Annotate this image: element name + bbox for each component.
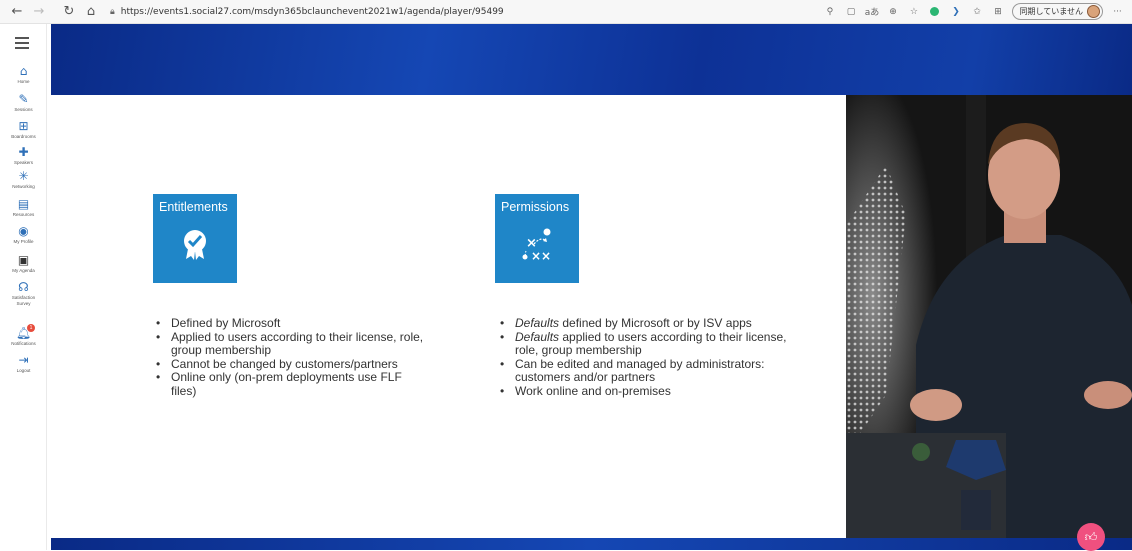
forward-arrow-icon[interactable]: → <box>28 1 50 23</box>
nav-item-logout[interactable]: ⇥ Logout <box>0 354 47 374</box>
entitlements-bullets: Defined by Microsoft Applied to users ac… <box>153 316 453 399</box>
list-item: Applied to users according to their lice… <box>153 330 453 358</box>
nav-item-satisfaction-survey[interactable]: ☊ Satisfaction Survey <box>0 281 47 307</box>
read-aloud-icon[interactable]: aあ <box>861 2 882 22</box>
home-icon[interactable]: ⌂ <box>80 1 102 23</box>
address-bar[interactable]: 🔒︎ https://events1.social27.com/msdyn365… <box>110 2 800 22</box>
nav-label: Home <box>17 79 30 84</box>
list-item: Defaults defined by Microsoft or by ISV … <box>497 316 817 331</box>
avatar <box>1087 5 1100 18</box>
nav-label: Resources <box>12 212 35 217</box>
video-player[interactable]: Entitlements Defined by Microsoft Applie… <box>51 24 1132 550</box>
nav-label: Sessions <box>14 107 33 112</box>
nav-item-my-profile[interactable]: ◉ My Profile <box>0 225 47 245</box>
nav-item-home[interactable]: ⌂ Home <box>0 65 47 85</box>
nav-item-my-agenda[interactable]: ▣ My Agenda <box>0 254 47 274</box>
nav-label: Notifications <box>11 341 36 346</box>
nav-label: Logout <box>16 368 31 373</box>
boardroom-icon: ⊞ <box>18 119 29 133</box>
nav-label: My Agenda <box>12 268 35 273</box>
home-icon: ⌂ <box>19 64 28 78</box>
list-item: Online only (on-prem deployments use FLF… <box>153 371 423 398</box>
slide-header-band <box>51 24 1132 95</box>
nav-item-boardrooms[interactable]: ⊞ Boardrooms <box>0 120 47 140</box>
slide-footer-band <box>51 538 1132 550</box>
extension-green-icon[interactable] <box>924 2 945 22</box>
entitlements-tile: Entitlements <box>153 194 237 283</box>
like-button[interactable]: 👍︎ <box>1077 523 1105 551</box>
entitlements-title: Entitlements <box>159 200 228 214</box>
list-item: Defaults applied to users according to t… <box>497 330 787 358</box>
notification-badge: 1 <box>27 324 35 332</box>
speaker-video <box>846 95 1132 538</box>
extension-blue-icon[interactable]: ❯ <box>945 2 966 22</box>
profile-button[interactable]: 同期していません <box>1012 3 1103 20</box>
left-nav: ⌂ Home ✎ Sessions ⊞ Boardrooms ✚ Speaker… <box>0 24 47 550</box>
nav-item-sessions[interactable]: ✎ Sessions <box>0 93 47 113</box>
badge-check-icon <box>184 230 206 260</box>
svg-text:××: ×× <box>531 249 551 261</box>
nav-item-speakers[interactable]: ✚ Speakers <box>0 146 47 166</box>
list-item: Can be edited and managed by administrat… <box>497 357 807 385</box>
profile-label: 同期していません <box>1019 7 1083 16</box>
permissions-title: Permissions <box>501 200 570 214</box>
key-icon[interactable]: ⚲ <box>819 2 840 22</box>
nav-item-resources[interactable]: ▤ Resources <box>0 198 47 218</box>
collections-icon[interactable]: ⊞ <box>987 2 1008 22</box>
presentation-slide: Entitlements Defined by Microsoft Applie… <box>51 95 846 538</box>
permissions-bullets: Defaults defined by Microsoft or by ISV … <box>497 316 817 399</box>
favorites-icon[interactable]: ✩ <box>966 2 987 22</box>
back-arrow-icon[interactable]: ← <box>6 1 28 23</box>
zoom-icon[interactable]: ⊕ <box>882 2 903 22</box>
nav-item-networking[interactable]: ✳ Networking <box>0 170 47 190</box>
nav-label: Speakers <box>13 160 33 165</box>
nav-label: Boardrooms <box>11 134 36 139</box>
list-item: Defined by Microsoft <box>153 316 453 331</box>
more-menu-icon[interactable]: ··· <box>1107 2 1128 22</box>
calendar-icon: ▣ <box>17 253 30 267</box>
pencil-icon: ✎ <box>18 92 29 106</box>
speaker-icon: ✚ <box>18 145 29 159</box>
speaker-video-frame <box>846 95 1132 538</box>
add-favorite-icon[interactable]: ☆ <box>903 2 924 22</box>
nav-label: Satisfaction Survey <box>11 295 36 306</box>
profile-icon: ◉ <box>18 224 29 238</box>
networking-icon: ✳ <box>18 169 29 183</box>
logout-icon: ⇥ <box>18 353 29 367</box>
hamburger-menu-icon[interactable] <box>15 37 29 52</box>
permissions-tile: Permissions × ×× <box>495 194 579 283</box>
strategy-icon: × ×× <box>522 228 551 261</box>
nav-item-notifications[interactable]: 🔔︎ 1 Notifications <box>0 324 47 347</box>
list-item: Work online and on-premises <box>497 384 817 399</box>
thumbs-up-icon: 👍︎ <box>1084 529 1098 544</box>
survey-icon: ☊ <box>18 280 29 294</box>
list-item: Cannot be changed by customers/partners <box>153 357 453 372</box>
url-text: https://events1.social27.com/msdyn365bcl… <box>120 6 504 17</box>
toolbar-right: ⚲ ▢ aあ ⊕ ☆ ❯ ✩ ⊞ 同期していません ··· <box>819 2 1128 22</box>
lock-icon: 🔒︎ <box>110 6 115 17</box>
refresh-icon[interactable]: ↻ <box>58 1 80 23</box>
resources-icon: ▤ <box>17 197 30 211</box>
nav-label: My Profile <box>13 239 34 244</box>
browser-toolbar: ← → ↻ ⌂ 🔒︎ https://events1.social27.com/… <box>0 0 1132 24</box>
app-available-icon[interactable]: ▢ <box>840 2 861 22</box>
nav-label: Networking <box>12 184 35 189</box>
